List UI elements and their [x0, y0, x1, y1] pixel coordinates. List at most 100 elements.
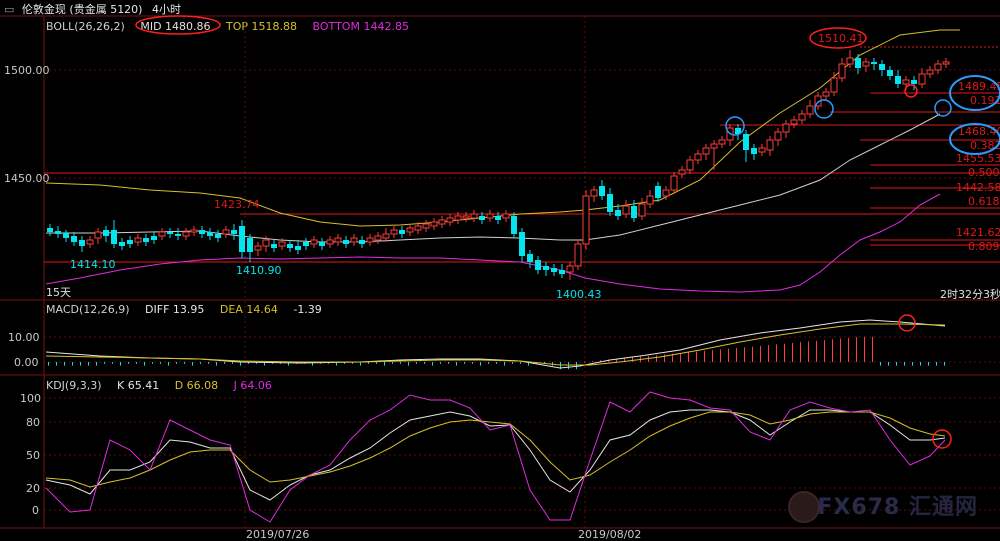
candle-body: [215, 234, 221, 238]
candle-body: [382, 233, 390, 239]
fib-ratio: 0.618: [968, 195, 1000, 208]
price-chart-canvas[interactable]: 1500.00 1450.00 10.00 0.00 100 80 50 20 …: [0, 0, 1000, 541]
macd-bar: [72, 362, 73, 366]
macd-bar: [80, 362, 81, 366]
macd-bar: [400, 362, 401, 364]
candle-body: [167, 232, 173, 234]
candle-body: [879, 64, 885, 70]
macd-bar: [232, 362, 233, 364]
price-axis-label: 1450.00: [4, 172, 50, 185]
days-label: 15天: [46, 286, 71, 299]
fib-price: 1442.58: [956, 181, 1000, 194]
macd-bar: [712, 350, 713, 362]
candle-body: [582, 195, 590, 245]
kdj-axis-label: 80: [26, 416, 40, 429]
macd-bar: [696, 351, 697, 362]
macd-bar: [784, 343, 785, 362]
candle-body: [374, 235, 382, 241]
candle-body: [143, 238, 149, 242]
macd-bar: [832, 339, 833, 362]
kdj-axis-label: 0: [32, 504, 39, 517]
macd-bar: [920, 362, 921, 366]
candle-body: [86, 239, 94, 245]
candle-body: [702, 147, 710, 155]
candle-body: [599, 186, 605, 196]
kdj-axis-label: 20: [26, 482, 40, 495]
candle-body: [790, 119, 798, 125]
candle-body: [559, 270, 565, 274]
candle-body: [119, 242, 125, 246]
candle-body: [271, 244, 277, 248]
macd-bar: [912, 362, 913, 366]
kdj-axis-label: 100: [20, 392, 41, 405]
candle-body: [566, 265, 574, 273]
candle-body: [359, 240, 365, 244]
countdown-label: 2时32分3秒: [940, 287, 1000, 301]
candle-body: [127, 240, 133, 244]
macd-bar: [704, 350, 705, 362]
macd-bar: [144, 362, 145, 366]
candle-body: [774, 131, 782, 141]
candle-body: [615, 210, 621, 216]
date-label: 2019/07/26: [246, 528, 309, 541]
macd-bar: [88, 362, 89, 366]
macd-bar: [136, 362, 137, 364]
candle-body: [295, 246, 301, 250]
macd-axis-label: 10.00: [8, 331, 40, 344]
macd-bar: [96, 362, 97, 366]
date-label: 2019/08/02: [578, 528, 641, 541]
candle-body: [231, 230, 237, 234]
macd-bar: [736, 347, 737, 362]
macd-bar: [240, 362, 241, 366]
candle-body: [55, 231, 61, 234]
candle-body: [343, 240, 349, 244]
candle-body: [262, 239, 270, 247]
macd-bar: [800, 342, 801, 362]
fib-ratio: 0.809: [968, 240, 1000, 253]
boll-bottom-line: [45, 193, 941, 293]
fib-price: 1421.62: [956, 226, 1000, 239]
macd-bar: [64, 362, 65, 366]
macd-bar: [864, 336, 865, 362]
macd-bar: [224, 362, 225, 364]
candle-body: [646, 195, 654, 205]
macd-bar: [824, 340, 825, 362]
candle-body: [71, 236, 77, 242]
macd-bar: [928, 362, 929, 366]
candle-body: [942, 61, 950, 65]
macd-bar: [424, 362, 425, 364]
candle-body: [350, 237, 358, 243]
candle-body: [678, 169, 686, 175]
candle-body: [134, 237, 142, 243]
macd-bar: [504, 362, 505, 366]
candle-body: [631, 206, 637, 218]
macd-bar: [192, 362, 193, 366]
candle-body: [519, 232, 525, 256]
macd-bar: [488, 362, 489, 364]
macd-bar: [664, 354, 665, 362]
candle-body: [303, 242, 309, 246]
macd-bar: [512, 362, 513, 364]
candle-body: [79, 240, 85, 246]
candle-body: [103, 230, 109, 236]
candle-body: [911, 80, 917, 84]
macd-bar: [448, 362, 449, 364]
candlesticks: [47, 50, 950, 280]
macd-bar: [208, 362, 209, 364]
macd-bar: [760, 345, 761, 362]
boll-top-line: [45, 29, 960, 227]
macd-bar: [160, 362, 161, 364]
candle-body: [822, 91, 830, 97]
macd-bar: [936, 362, 937, 366]
macd-bar: [776, 344, 777, 362]
candle-body: [366, 237, 374, 243]
macd-bar: [880, 362, 881, 366]
candle-body: [446, 217, 454, 223]
macd-bar: [792, 342, 793, 362]
macd-dea-line: [45, 323, 946, 366]
candle-body: [806, 105, 814, 115]
candle-body: [718, 139, 726, 145]
candle-body: [871, 62, 877, 64]
touch-highlight-circle: [934, 99, 952, 117]
candle-body: [766, 139, 774, 151]
